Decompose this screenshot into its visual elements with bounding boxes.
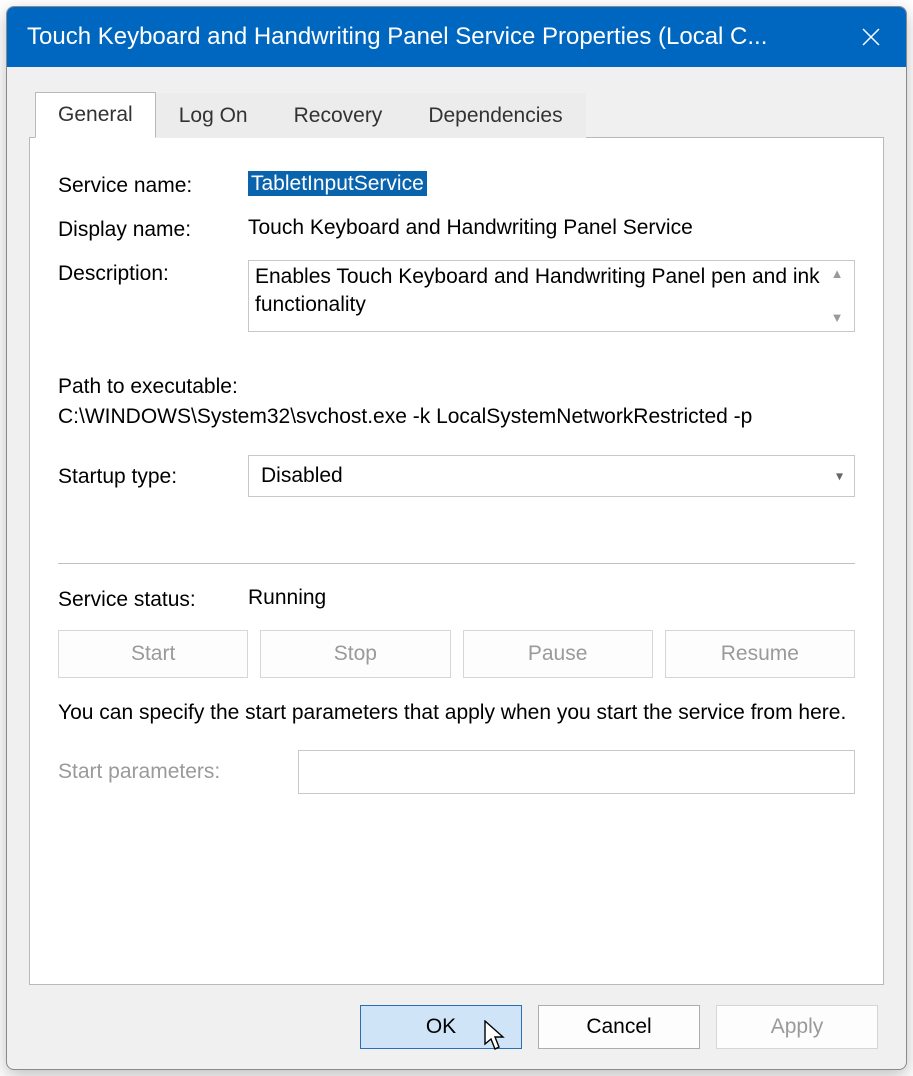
start-button[interactable]: Start [58, 630, 248, 678]
client-area: General Log On Recovery Dependencies Ser… [7, 67, 906, 1069]
description-text: Enables Touch Keyboard and Handwriting P… [255, 263, 826, 329]
row-display-name: Display name: Touch Keyboard and Handwri… [58, 216, 855, 242]
label-service-status: Service status: [58, 586, 248, 612]
tab-logon[interactable]: Log On [156, 93, 271, 138]
resume-button[interactable]: Resume [665, 630, 855, 678]
scroll-down-icon[interactable]: ▼ [831, 309, 844, 327]
ok-button[interactable]: OK [360, 1005, 522, 1049]
label-start-parameters: Start parameters: [58, 760, 298, 784]
titlebar: Touch Keyboard and Handwriting Panel Ser… [7, 7, 906, 67]
dialog-footer: OK Cancel Apply [29, 985, 884, 1055]
cancel-button[interactable]: Cancel [538, 1005, 700, 1049]
pause-button[interactable]: Pause [463, 630, 653, 678]
tab-dependencies[interactable]: Dependencies [405, 93, 585, 138]
service-control-buttons: Start Stop Pause Resume [58, 630, 855, 678]
tab-panel-general: Service name: TabletInputService Display… [29, 137, 884, 985]
service-name-selected-text: TabletInputService [248, 171, 427, 196]
scroll-up-icon[interactable]: ▲ [831, 265, 844, 283]
separator [58, 563, 855, 564]
apply-button[interactable]: Apply [716, 1005, 878, 1049]
row-startup-type: Startup type: Disabled ▾ [58, 455, 855, 497]
value-path: C:\WINDOWS\System32\svchost.exe -k Local… [58, 402, 855, 432]
row-service-status: Service status: Running [58, 586, 855, 612]
label-service-name: Service name: [58, 172, 248, 198]
tabstrip: General Log On Recovery Dependencies [35, 91, 884, 137]
start-parameters-input[interactable] [298, 750, 855, 794]
window-title: Touch Keyboard and Handwriting Panel Ser… [27, 23, 836, 51]
label-startup-type: Startup type: [58, 463, 248, 489]
close-icon [861, 27, 881, 47]
description-scrollbar[interactable]: ▲ ▼ [826, 263, 848, 329]
row-start-parameters: Start parameters: [58, 750, 855, 794]
label-display-name: Display name: [58, 216, 248, 242]
stop-button[interactable]: Stop [260, 630, 450, 678]
close-button[interactable] [836, 7, 906, 67]
value-display-name: Touch Keyboard and Handwriting Panel Ser… [248, 216, 855, 240]
startup-type-select[interactable]: Disabled ▾ [248, 455, 855, 497]
service-properties-dialog: Touch Keyboard and Handwriting Panel Ser… [6, 6, 907, 1070]
tab-general[interactable]: General [35, 92, 156, 138]
value-service-name[interactable]: TabletInputService [248, 172, 855, 196]
tab-recovery[interactable]: Recovery [271, 93, 406, 138]
path-block: Path to executable: C:\WINDOWS\System32\… [58, 372, 855, 433]
row-service-name: Service name: TabletInputService [58, 172, 855, 198]
row-description: Description: Enables Touch Keyboard and … [58, 260, 855, 332]
label-description: Description: [58, 260, 248, 286]
start-parameters-hint: You can specify the start parameters tha… [58, 698, 855, 728]
description-box[interactable]: Enables Touch Keyboard and Handwriting P… [248, 260, 855, 332]
label-path: Path to executable: [58, 372, 855, 402]
startup-type-value: Disabled [248, 455, 855, 497]
value-service-status: Running [248, 586, 855, 610]
